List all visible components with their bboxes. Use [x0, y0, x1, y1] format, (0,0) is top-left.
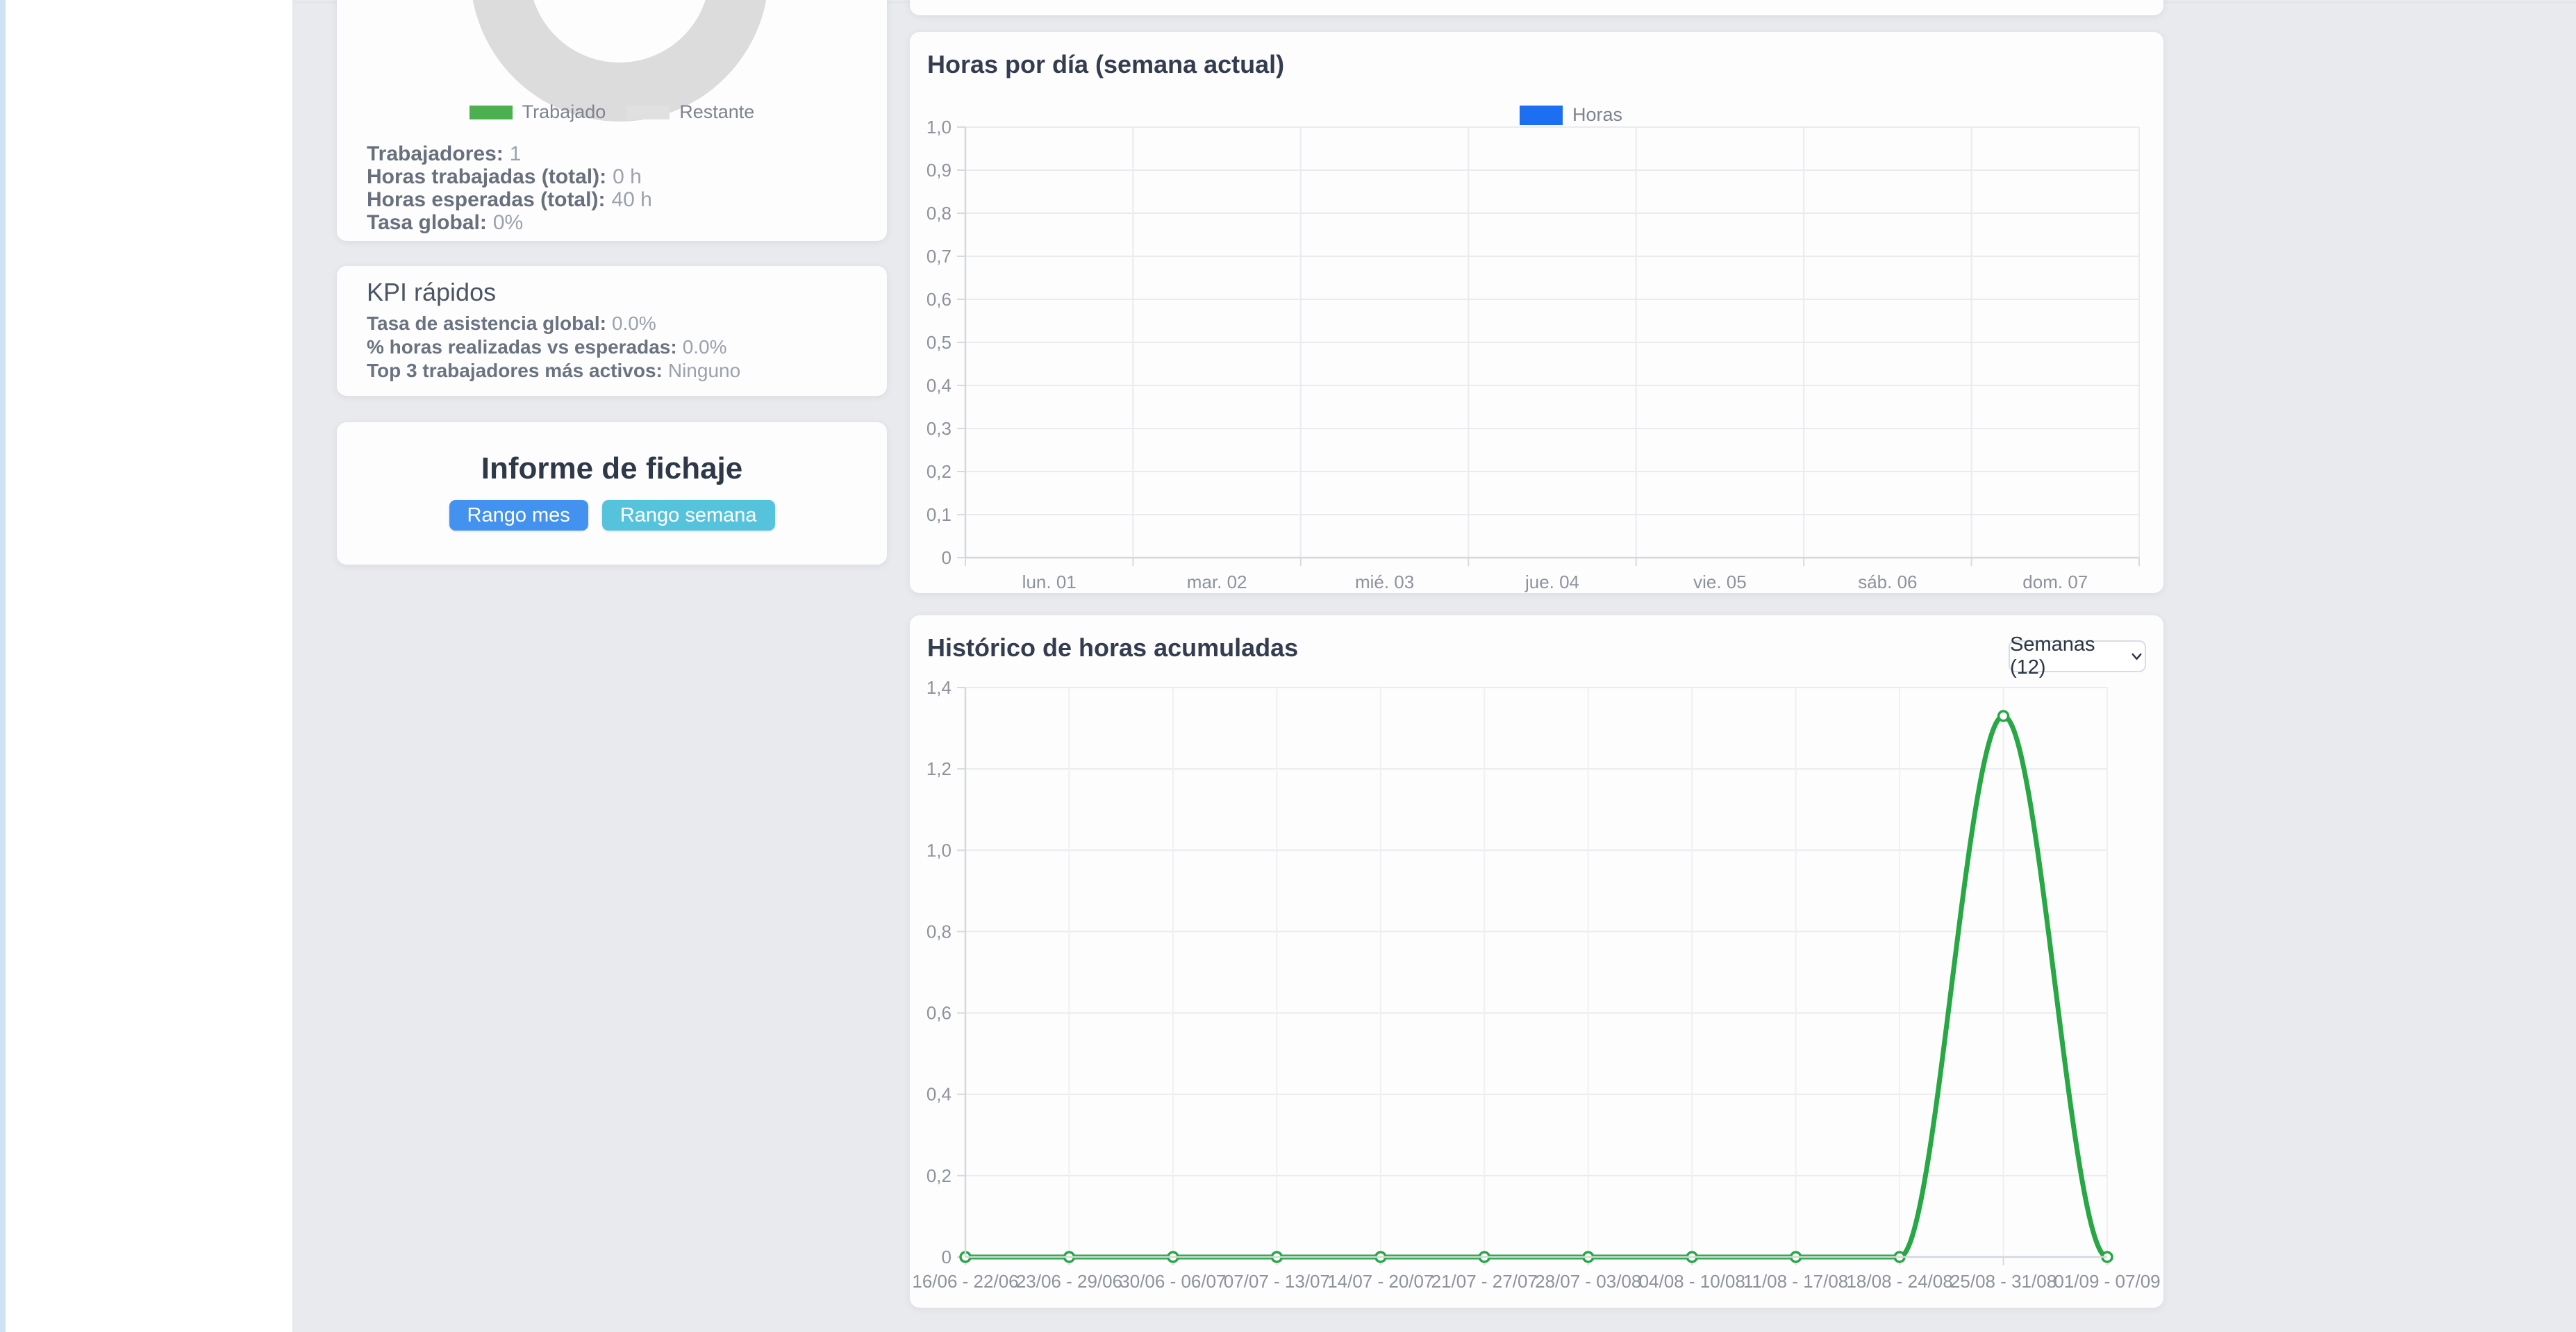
- svg-text:07/07 - 13/07: 07/07 - 13/07: [1224, 1271, 1330, 1292]
- svg-text:01/09 - 07/09: 01/09 - 07/09: [2054, 1271, 2160, 1292]
- svg-text:25/08 - 31/08: 25/08 - 31/08: [1950, 1271, 2056, 1292]
- legend-label: Restante: [679, 101, 754, 123]
- left-edge-strip: [0, 0, 6, 1332]
- kpi-label: % horas realizadas vs esperadas:: [367, 336, 677, 358]
- svg-text:0: 0: [942, 1247, 952, 1267]
- svg-text:11/08 - 17/08: 11/08 - 17/08: [1743, 1271, 1848, 1292]
- svg-text:21/07 - 27/07: 21/07 - 27/07: [1431, 1271, 1538, 1292]
- svg-text:1,2: 1,2: [926, 758, 952, 779]
- stat-value: 0 h: [613, 165, 642, 188]
- stat-label: Horas esperadas (total):: [367, 188, 605, 211]
- svg-text:0,8: 0,8: [926, 203, 952, 224]
- svg-text:mar. 02: mar. 02: [1187, 572, 1247, 592]
- report-card: Informe de fichaje Rango mes Rango seman…: [337, 422, 887, 565]
- stat-value: 0%: [493, 211, 523, 234]
- svg-text:sáb. 06: sáb. 06: [1858, 572, 1917, 592]
- kpi-value: 0.0%: [612, 313, 656, 334]
- accumulated-hours-title: Histórico de horas acumuladas: [927, 633, 1298, 663]
- svg-text:vie. 05: vie. 05: [1693, 572, 1747, 592]
- svg-text:0,1: 0,1: [926, 504, 952, 525]
- legend-item-trabajado[interactable]: Trabajado: [470, 101, 606, 123]
- svg-text:04/08 - 10/08: 04/08 - 10/08: [1639, 1271, 1745, 1292]
- kpi-horas-vs-esperadas: % horas realizadas vs esperadas: 0.0%: [367, 335, 740, 359]
- legend-label: Trabajado: [522, 101, 606, 123]
- svg-text:dom. 07: dom. 07: [2022, 572, 2088, 592]
- trabajado-swatch: [470, 106, 513, 119]
- svg-text:30/06 - 06/07: 30/06 - 06/07: [1120, 1271, 1226, 1292]
- svg-text:0: 0: [942, 547, 952, 568]
- summary-card: Trabajado Restante Trabajadores: 1 Horas …: [337, 0, 887, 241]
- chevron-down-icon: [2129, 647, 2145, 665]
- stat-label: Horas trabajadas (total):: [367, 165, 606, 188]
- stat-value: 40 h: [611, 188, 651, 211]
- accumulated-hours-card: Histórico de horas acumuladas Semanas (1…: [910, 615, 2163, 1308]
- scrolled-card-sliver: [910, 0, 2163, 15]
- svg-text:1,0: 1,0: [926, 840, 952, 860]
- stat-horas-esperadas: Horas esperadas (total): 40 h: [367, 188, 652, 211]
- report-buttons: Rango mes Rango semana: [337, 500, 887, 531]
- svg-text:jue. 04: jue. 04: [1524, 572, 1579, 592]
- kpi-label: Tasa de asistencia global:: [367, 313, 606, 334]
- svg-text:0,8: 0,8: [926, 921, 952, 942]
- donut-legend: Trabajado Restante: [337, 101, 887, 123]
- svg-text:0,6: 0,6: [926, 1003, 952, 1024]
- weeks-select-value: Semanas (12): [2010, 633, 2122, 679]
- hours-per-day-card: Horas por día (semana actual) Horas 1,0 0…: [910, 32, 2163, 593]
- svg-text:16/06 - 22/06: 16/06 - 22/06: [912, 1271, 1018, 1292]
- svg-text:18/08 - 24/08: 18/08 - 24/08: [1846, 1271, 1952, 1292]
- kpi-asistencia: Tasa de asistencia global: 0.0%: [367, 312, 740, 335]
- horas-swatch: [1520, 106, 1563, 125]
- svg-text:0,3: 0,3: [926, 418, 952, 439]
- kpi-card-title: KPI rápidos: [367, 278, 496, 307]
- svg-text:mié. 03: mié. 03: [1355, 572, 1414, 592]
- report-card-title: Informe de fichaje: [337, 451, 887, 486]
- kpi-value: Ninguno: [668, 360, 740, 381]
- kpi-value: 0.0%: [683, 336, 727, 358]
- horas-legend-item[interactable]: Horas: [1520, 104, 1622, 126]
- legend-item-restante[interactable]: Restante: [626, 101, 754, 123]
- svg-text:1,0: 1,0: [926, 117, 952, 138]
- weeks-select[interactable]: Semanas (12): [2009, 640, 2146, 672]
- svg-text:23/06 - 29/06: 23/06 - 29/06: [1016, 1271, 1122, 1292]
- svg-text:0,2: 0,2: [926, 1165, 952, 1186]
- stat-label: Trabajadores:: [367, 142, 504, 165]
- stat-value: 1: [510, 142, 522, 165]
- stat-tasa-global: Tasa global: 0%: [367, 211, 652, 234]
- summary-stats: Trabajadores: 1 Horas trabajadas (total):…: [367, 142, 652, 234]
- accumulated-hours-chart: 1,4 1,2 1,0 0,8 0,6 0,4 0,2 0 16/06 - 22/0623/06…: [910, 615, 2163, 1308]
- kpi-label: Top 3 trabajadores más activos:: [367, 360, 663, 381]
- svg-text:1,4: 1,4: [926, 677, 952, 698]
- svg-text:0,2: 0,2: [926, 461, 952, 482]
- svg-text:0,5: 0,5: [926, 332, 952, 353]
- hours-per-day-title: Horas por día (semana actual): [927, 50, 1284, 79]
- svg-text:14/07 - 20/07: 14/07 - 20/07: [1327, 1271, 1434, 1292]
- dashboard-page: Trabajado Restante Trabajadores: 1 Horas …: [0, 0, 2576, 1332]
- svg-text:0,7: 0,7: [926, 246, 952, 267]
- svg-text:0,4: 0,4: [926, 375, 952, 396]
- svg-text:lun. 01: lun. 01: [1022, 572, 1077, 592]
- kpi-list: Tasa de asistencia global: 0.0% % horas r…: [367, 312, 740, 383]
- stat-horas-trabajadas: Horas trabajadas (total): 0 h: [367, 165, 652, 188]
- rango-mes-button[interactable]: Rango mes: [449, 500, 588, 531]
- sidebar: [6, 0, 294, 1332]
- legend-label: Horas: [1572, 104, 1622, 126]
- stat-label: Tasa global:: [367, 211, 487, 234]
- svg-text:28/07 - 03/08: 28/07 - 03/08: [1535, 1271, 1641, 1292]
- stat-trabajadores: Trabajadores: 1: [367, 142, 652, 165]
- rango-semana-button[interactable]: Rango semana: [602, 500, 775, 531]
- kpi-top-trabajadores: Top 3 trabajadores más activos:Ninguno: [367, 359, 740, 383]
- kpi-card: KPI rápidos Tasa de asistencia global: 0.…: [337, 266, 887, 396]
- svg-text:0,6: 0,6: [926, 289, 952, 310]
- restante-swatch: [626, 106, 670, 119]
- svg-text:0,4: 0,4: [926, 1084, 952, 1105]
- svg-text:0,9: 0,9: [926, 160, 952, 181]
